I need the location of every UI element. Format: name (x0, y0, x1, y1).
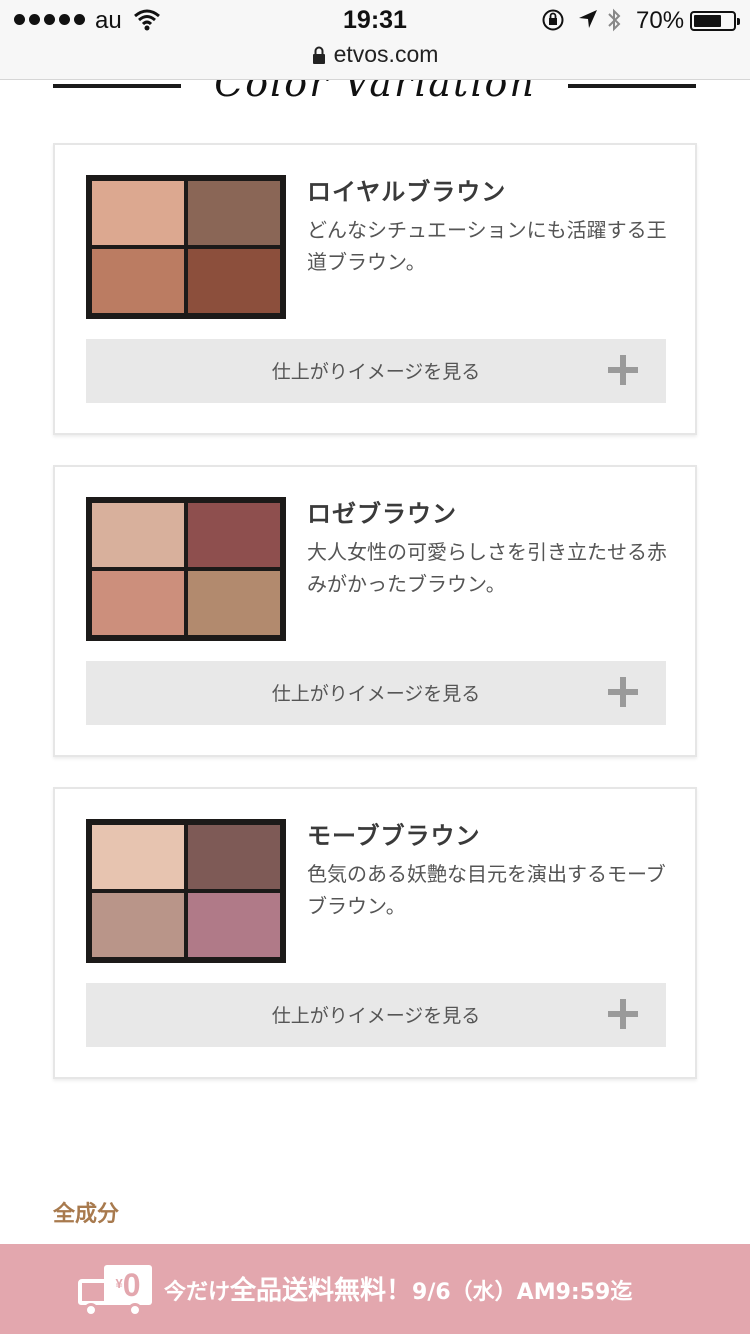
eyeshadow-palette-image (86, 819, 286, 963)
rotation-lock-icon (542, 9, 564, 31)
heading-rule-right (568, 84, 696, 88)
promo-text: 今だけ全品送料無料！9/6（水）AM9:59迄 (164, 1270, 632, 1307)
battery-icon (690, 11, 740, 31)
palette-pan (92, 893, 184, 957)
bluetooth-icon (608, 8, 621, 32)
color-description: 色気のある妖艶な目元を演出するモーブブラウン。 (307, 862, 666, 918)
battery-fill (694, 15, 721, 27)
promo-limited: 今だけ (164, 1280, 231, 1305)
status-bar: au 19:31 70% (0, 0, 750, 40)
view-finish-label: 仕上がりイメージを見る (271, 683, 481, 705)
view-finish-button[interactable]: 仕上がりイメージを見る (86, 661, 666, 725)
palette-pan (188, 181, 280, 245)
view-finish-button[interactable]: 仕上がりイメージを見る (86, 983, 666, 1047)
color-name: モーブブラウン (307, 822, 481, 850)
view-finish-button[interactable]: 仕上がりイメージを見る (86, 339, 666, 403)
url-text: etvos.com (333, 41, 439, 67)
section-heading: Color Variation (0, 80, 750, 110)
lock-icon (312, 46, 325, 64)
color-description: どんなシチュエーションにも活躍する王道ブラウン。 (307, 218, 667, 274)
palette-pan (92, 503, 184, 567)
palette-pan (188, 249, 280, 313)
palette-pan (92, 249, 184, 313)
color-variation-card: モーブブラウン 色気のある妖艶な目元を演出するモーブブラウン。 仕上がりイメージ… (53, 787, 697, 1079)
palette-pan (188, 825, 280, 889)
palette-pan (188, 503, 280, 567)
promo-free-shipping: 全品送料無料！ (230, 1276, 413, 1306)
color-description: 大人女性の可愛らしさを引き立たせる赤みがかったブラウン。 (307, 540, 667, 596)
color-name: ロイヤルブラウン (307, 178, 507, 206)
view-finish-label: 仕上がりイメージを見る (271, 361, 481, 383)
palette-pan (92, 181, 184, 245)
eyeshadow-palette-image (86, 175, 286, 319)
address-bar[interactable]: etvos.com (0, 40, 750, 80)
palette-pan (92, 571, 184, 635)
eyeshadow-palette-image (86, 497, 286, 641)
palette-pan (92, 825, 184, 889)
palette-pan (188, 893, 280, 957)
truck-zero: 0 (122, 1267, 141, 1303)
color-variation-card: ロイヤルブラウン どんなシチュエーションにも活躍する王道ブラウン。 仕上がりイメ… (53, 143, 697, 435)
view-finish-label: 仕上がりイメージを見る (271, 1005, 481, 1027)
color-variation-card: ロゼブラウン 大人女性の可愛らしさを引き立たせる赤みがかったブラウン。 仕上がり… (53, 465, 697, 757)
location-arrow-icon (579, 10, 597, 28)
plus-icon (608, 999, 638, 1029)
promo-deadline: 9/6（水）AM9:59迄 (412, 1280, 633, 1305)
plus-icon (608, 355, 638, 385)
color-name: ロゼブラウン (307, 500, 457, 528)
delivery-truck-icon: ¥0 (78, 1265, 154, 1317)
ingredients-heading: 全成分 (53, 1202, 120, 1227)
truck-yen: ¥ (115, 1276, 123, 1291)
battery-percent: 70% (636, 7, 685, 34)
free-shipping-banner[interactable]: ¥0 今だけ全品送料無料！9/6（水）AM9:59迄 (0, 1244, 750, 1334)
plus-icon (608, 677, 638, 707)
palette-pan (188, 571, 280, 635)
